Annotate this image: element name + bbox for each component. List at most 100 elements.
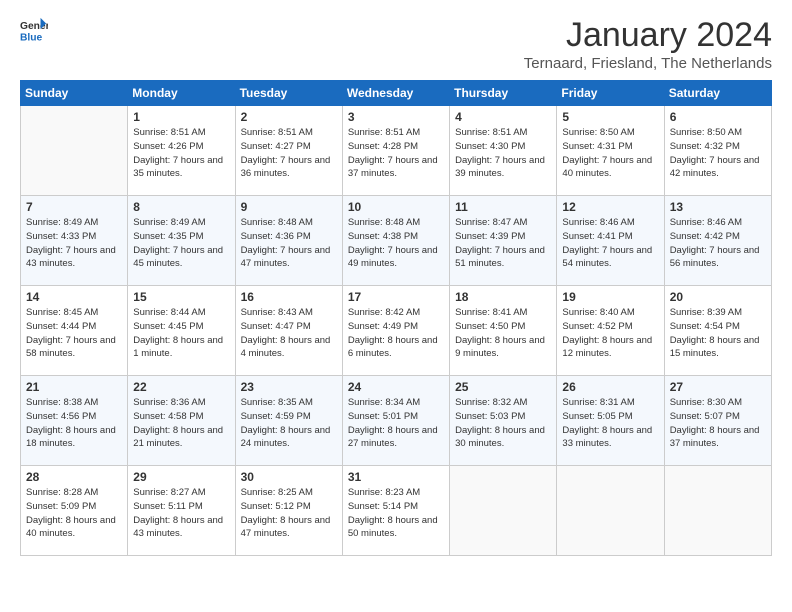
cell-info: Sunrise: 8:48 AM Sunset: 4:36 PM Dayligh… bbox=[241, 216, 337, 271]
cell-info: Sunrise: 8:44 AM Sunset: 4:45 PM Dayligh… bbox=[133, 306, 229, 361]
day-number: 3 bbox=[348, 110, 444, 124]
calendar-cell: 30 Sunrise: 8:25 AM Sunset: 5:12 PM Dayl… bbox=[235, 466, 342, 556]
cell-info: Sunrise: 8:51 AM Sunset: 4:28 PM Dayligh… bbox=[348, 126, 444, 181]
calendar-cell: 23 Sunrise: 8:35 AM Sunset: 4:59 PM Dayl… bbox=[235, 376, 342, 466]
calendar-week-1: 1 Sunrise: 8:51 AM Sunset: 4:26 PM Dayli… bbox=[21, 106, 772, 196]
sunrise: Sunrise: 8:45 AM bbox=[26, 307, 98, 318]
sunset: Sunset: 4:41 PM bbox=[562, 231, 632, 242]
day-number: 18 bbox=[455, 290, 551, 304]
sunrise: Sunrise: 8:51 AM bbox=[348, 127, 420, 138]
sunrise: Sunrise: 8:25 AM bbox=[241, 487, 313, 498]
calendar-cell: 4 Sunrise: 8:51 AM Sunset: 4:30 PM Dayli… bbox=[450, 106, 557, 196]
day-number: 4 bbox=[455, 110, 551, 124]
calendar-week-5: 28 Sunrise: 8:28 AM Sunset: 5:09 PM Dayl… bbox=[21, 466, 772, 556]
sunrise: Sunrise: 8:43 AM bbox=[241, 307, 313, 318]
calendar-cell: 19 Sunrise: 8:40 AM Sunset: 4:52 PM Dayl… bbox=[557, 286, 664, 376]
day-number: 10 bbox=[348, 200, 444, 214]
sunset: Sunset: 4:49 PM bbox=[348, 321, 418, 332]
calendar-cell bbox=[557, 466, 664, 556]
sunset: Sunset: 5:01 PM bbox=[348, 411, 418, 422]
calendar-header-row: SundayMondayTuesdayWednesdayThursdayFrid… bbox=[21, 81, 772, 106]
sunrise: Sunrise: 8:49 AM bbox=[133, 217, 205, 228]
sunrise: Sunrise: 8:48 AM bbox=[348, 217, 420, 228]
cell-info: Sunrise: 8:45 AM Sunset: 4:44 PM Dayligh… bbox=[26, 306, 122, 361]
daylight: Daylight: 8 hours and 12 minutes. bbox=[562, 335, 652, 360]
sunrise: Sunrise: 8:41 AM bbox=[455, 307, 527, 318]
sunrise: Sunrise: 8:38 AM bbox=[26, 397, 98, 408]
calendar-cell: 1 Sunrise: 8:51 AM Sunset: 4:26 PM Dayli… bbox=[128, 106, 235, 196]
sunset: Sunset: 4:39 PM bbox=[455, 231, 525, 242]
col-header-wednesday: Wednesday bbox=[342, 81, 449, 106]
cell-info: Sunrise: 8:31 AM Sunset: 5:05 PM Dayligh… bbox=[562, 396, 658, 451]
calendar-cell: 27 Sunrise: 8:30 AM Sunset: 5:07 PM Dayl… bbox=[664, 376, 771, 466]
cell-info: Sunrise: 8:46 AM Sunset: 4:41 PM Dayligh… bbox=[562, 216, 658, 271]
sunset: Sunset: 4:52 PM bbox=[562, 321, 632, 332]
sunrise: Sunrise: 8:30 AM bbox=[670, 397, 742, 408]
calendar-week-4: 21 Sunrise: 8:38 AM Sunset: 4:56 PM Dayl… bbox=[21, 376, 772, 466]
logo-icon: General Blue bbox=[20, 16, 48, 44]
cell-info: Sunrise: 8:43 AM Sunset: 4:47 PM Dayligh… bbox=[241, 306, 337, 361]
day-number: 25 bbox=[455, 380, 551, 394]
sunrise: Sunrise: 8:47 AM bbox=[455, 217, 527, 228]
cell-info: Sunrise: 8:47 AM Sunset: 4:39 PM Dayligh… bbox=[455, 216, 551, 271]
sunset: Sunset: 5:14 PM bbox=[348, 501, 418, 512]
day-number: 28 bbox=[26, 470, 122, 484]
day-number: 26 bbox=[562, 380, 658, 394]
calendar-cell: 5 Sunrise: 8:50 AM Sunset: 4:31 PM Dayli… bbox=[557, 106, 664, 196]
sunrise: Sunrise: 8:44 AM bbox=[133, 307, 205, 318]
day-number: 8 bbox=[133, 200, 229, 214]
calendar-cell: 26 Sunrise: 8:31 AM Sunset: 5:05 PM Dayl… bbox=[557, 376, 664, 466]
calendar-week-3: 14 Sunrise: 8:45 AM Sunset: 4:44 PM Dayl… bbox=[21, 286, 772, 376]
daylight: Daylight: 7 hours and 36 minutes. bbox=[241, 155, 331, 180]
daylight: Daylight: 8 hours and 30 minutes. bbox=[455, 425, 545, 450]
day-number: 21 bbox=[26, 380, 122, 394]
calendar-cell bbox=[450, 466, 557, 556]
cell-info: Sunrise: 8:51 AM Sunset: 4:26 PM Dayligh… bbox=[133, 126, 229, 181]
sunrise: Sunrise: 8:42 AM bbox=[348, 307, 420, 318]
sunrise: Sunrise: 8:51 AM bbox=[133, 127, 205, 138]
cell-info: Sunrise: 8:23 AM Sunset: 5:14 PM Dayligh… bbox=[348, 486, 444, 541]
calendar-cell: 7 Sunrise: 8:49 AM Sunset: 4:33 PM Dayli… bbox=[21, 196, 128, 286]
day-number: 13 bbox=[670, 200, 766, 214]
sunset: Sunset: 4:56 PM bbox=[26, 411, 96, 422]
calendar-cell: 20 Sunrise: 8:39 AM Sunset: 4:54 PM Dayl… bbox=[664, 286, 771, 376]
calendar-cell: 25 Sunrise: 8:32 AM Sunset: 5:03 PM Dayl… bbox=[450, 376, 557, 466]
calendar-body: 1 Sunrise: 8:51 AM Sunset: 4:26 PM Dayli… bbox=[21, 106, 772, 556]
cell-info: Sunrise: 8:38 AM Sunset: 4:56 PM Dayligh… bbox=[26, 396, 122, 451]
sunrise: Sunrise: 8:40 AM bbox=[562, 307, 634, 318]
sunset: Sunset: 5:11 PM bbox=[133, 501, 203, 512]
sunset: Sunset: 4:42 PM bbox=[670, 231, 740, 242]
cell-info: Sunrise: 8:46 AM Sunset: 4:42 PM Dayligh… bbox=[670, 216, 766, 271]
sunset: Sunset: 4:38 PM bbox=[348, 231, 418, 242]
daylight: Daylight: 8 hours and 33 minutes. bbox=[562, 425, 652, 450]
col-header-friday: Friday bbox=[557, 81, 664, 106]
daylight: Daylight: 8 hours and 18 minutes. bbox=[26, 425, 116, 450]
calendar-subtitle: Ternaard, Friesland, The Netherlands bbox=[524, 55, 772, 72]
sunrise: Sunrise: 8:46 AM bbox=[670, 217, 742, 228]
sunset: Sunset: 5:05 PM bbox=[562, 411, 632, 422]
daylight: Daylight: 7 hours and 35 minutes. bbox=[133, 155, 223, 180]
sunrise: Sunrise: 8:49 AM bbox=[26, 217, 98, 228]
calendar-cell: 21 Sunrise: 8:38 AM Sunset: 4:56 PM Dayl… bbox=[21, 376, 128, 466]
sunrise: Sunrise: 8:50 AM bbox=[562, 127, 634, 138]
calendar-cell: 31 Sunrise: 8:23 AM Sunset: 5:14 PM Dayl… bbox=[342, 466, 449, 556]
col-header-monday: Monday bbox=[128, 81, 235, 106]
cell-info: Sunrise: 8:51 AM Sunset: 4:27 PM Dayligh… bbox=[241, 126, 337, 181]
daylight: Daylight: 8 hours and 6 minutes. bbox=[348, 335, 438, 360]
cell-info: Sunrise: 8:34 AM Sunset: 5:01 PM Dayligh… bbox=[348, 396, 444, 451]
col-header-tuesday: Tuesday bbox=[235, 81, 342, 106]
day-number: 15 bbox=[133, 290, 229, 304]
daylight: Daylight: 7 hours and 58 minutes. bbox=[26, 335, 116, 360]
cell-info: Sunrise: 8:48 AM Sunset: 4:38 PM Dayligh… bbox=[348, 216, 444, 271]
daylight: Daylight: 8 hours and 9 minutes. bbox=[455, 335, 545, 360]
sunset: Sunset: 5:09 PM bbox=[26, 501, 96, 512]
cell-info: Sunrise: 8:51 AM Sunset: 4:30 PM Dayligh… bbox=[455, 126, 551, 181]
day-number: 29 bbox=[133, 470, 229, 484]
cell-info: Sunrise: 8:50 AM Sunset: 4:32 PM Dayligh… bbox=[670, 126, 766, 181]
cell-info: Sunrise: 8:30 AM Sunset: 5:07 PM Dayligh… bbox=[670, 396, 766, 451]
day-number: 9 bbox=[241, 200, 337, 214]
day-number: 20 bbox=[670, 290, 766, 304]
daylight: Daylight: 7 hours and 43 minutes. bbox=[26, 245, 116, 270]
day-number: 2 bbox=[241, 110, 337, 124]
day-number: 31 bbox=[348, 470, 444, 484]
